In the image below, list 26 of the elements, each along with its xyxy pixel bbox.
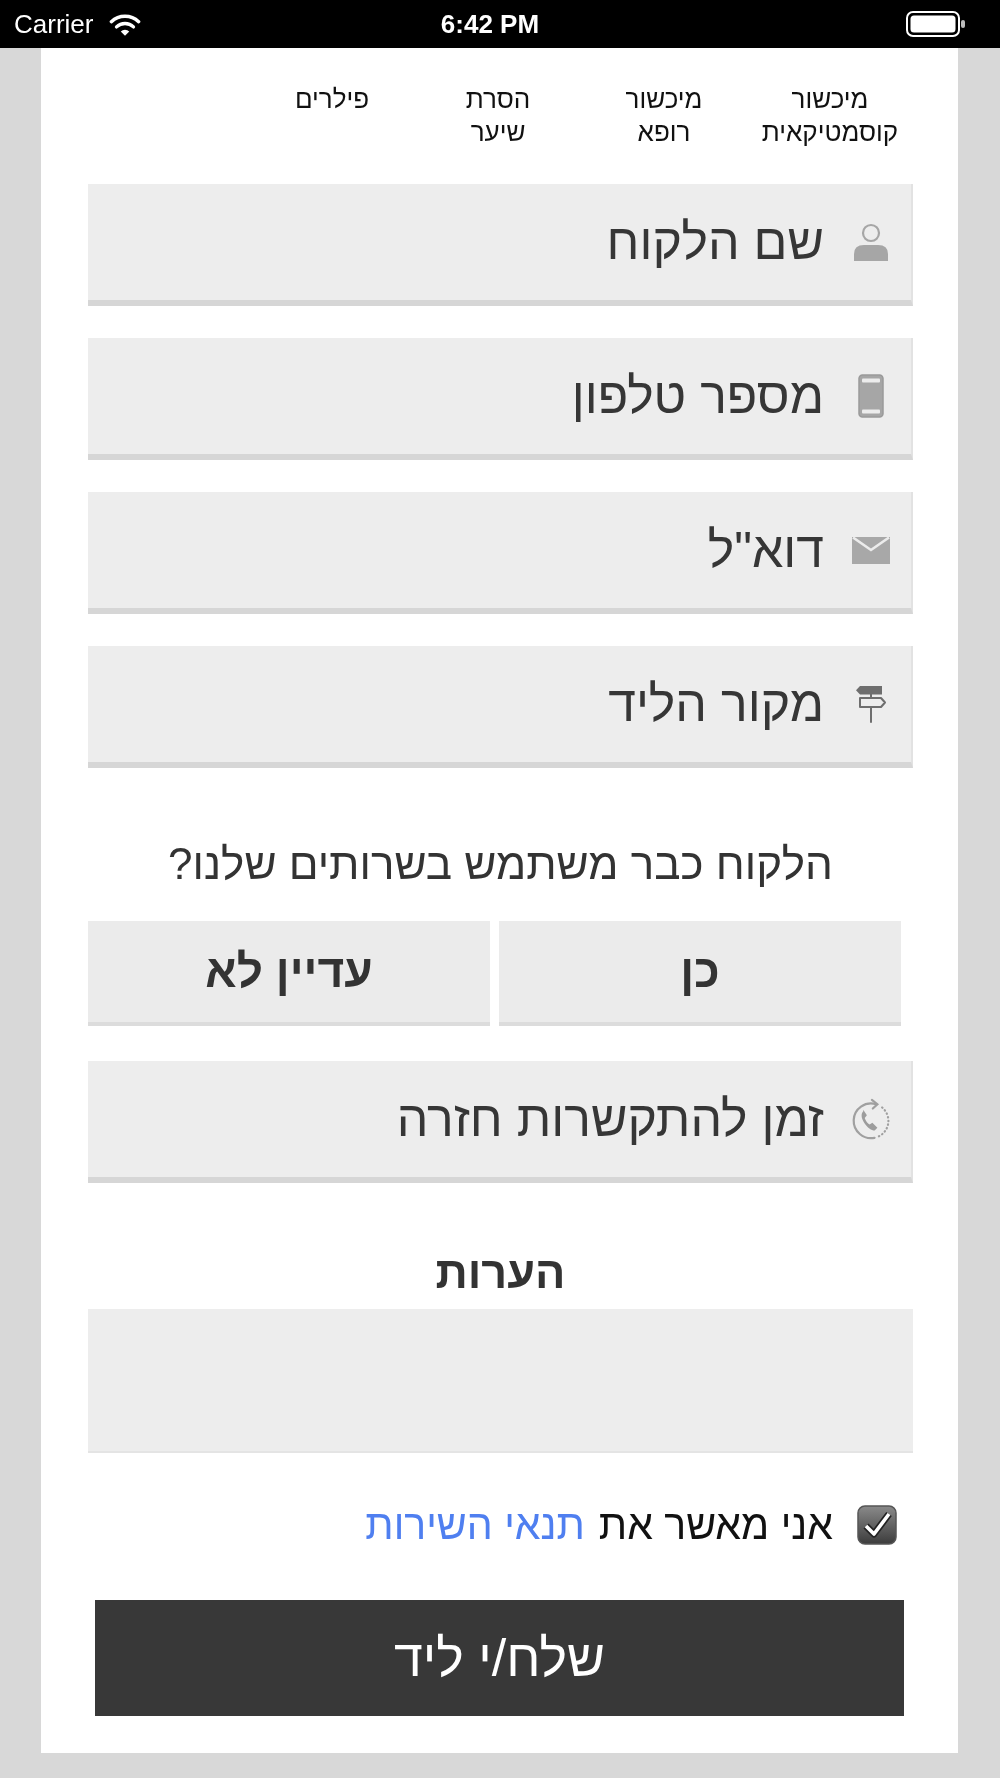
customer-name-field[interactable]: שם הלקוח: [88, 184, 913, 306]
signpost-icon: [855, 685, 887, 723]
answer-button[interactable]: עדיין לא: [88, 921, 490, 1026]
category-link[interactable]: פילרים: [294, 83, 370, 116]
carrier-label: Carrier: [14, 11, 94, 37]
category-link[interactable]: הסרת שיער: [465, 83, 531, 149]
notes-field[interactable]: [88, 1309, 913, 1453]
question-text: הלקוח כבר משתמש בשרותים שלנו?: [167, 839, 834, 889]
email-field[interactable]: דוא"ל: [88, 492, 913, 614]
callback-time-field[interactable]: זמן להתקשרות חזרה: [88, 1061, 913, 1183]
submit-button[interactable]: שלח/י ליד: [95, 1600, 904, 1716]
category-link[interactable]: מיכשור רופא: [625, 83, 703, 149]
notes-label: הערות: [434, 1248, 567, 1298]
battery-icon: [906, 11, 966, 37]
terms-text: אני מאשר את תנאי השירות: [365, 1501, 833, 1550]
terms-link[interactable]: תנאי השירות: [365, 1502, 585, 1548]
category-link[interactable]: מיכשור קוסמטיקאית: [761, 83, 899, 149]
lead-source-field[interactable]: מקור הליד: [88, 646, 913, 768]
terms-checkbox[interactable]: [857, 1505, 897, 1545]
wifi-icon: [109, 12, 142, 36]
phone-field[interactable]: מספר טלפון: [88, 338, 913, 460]
answer-button[interactable]: כן: [499, 921, 901, 1026]
mobile-phone-icon: [858, 374, 884, 418]
envelope-icon: [852, 536, 890, 564]
clock-time: 6:42 PM: [440, 11, 540, 37]
person-icon: [852, 223, 890, 261]
